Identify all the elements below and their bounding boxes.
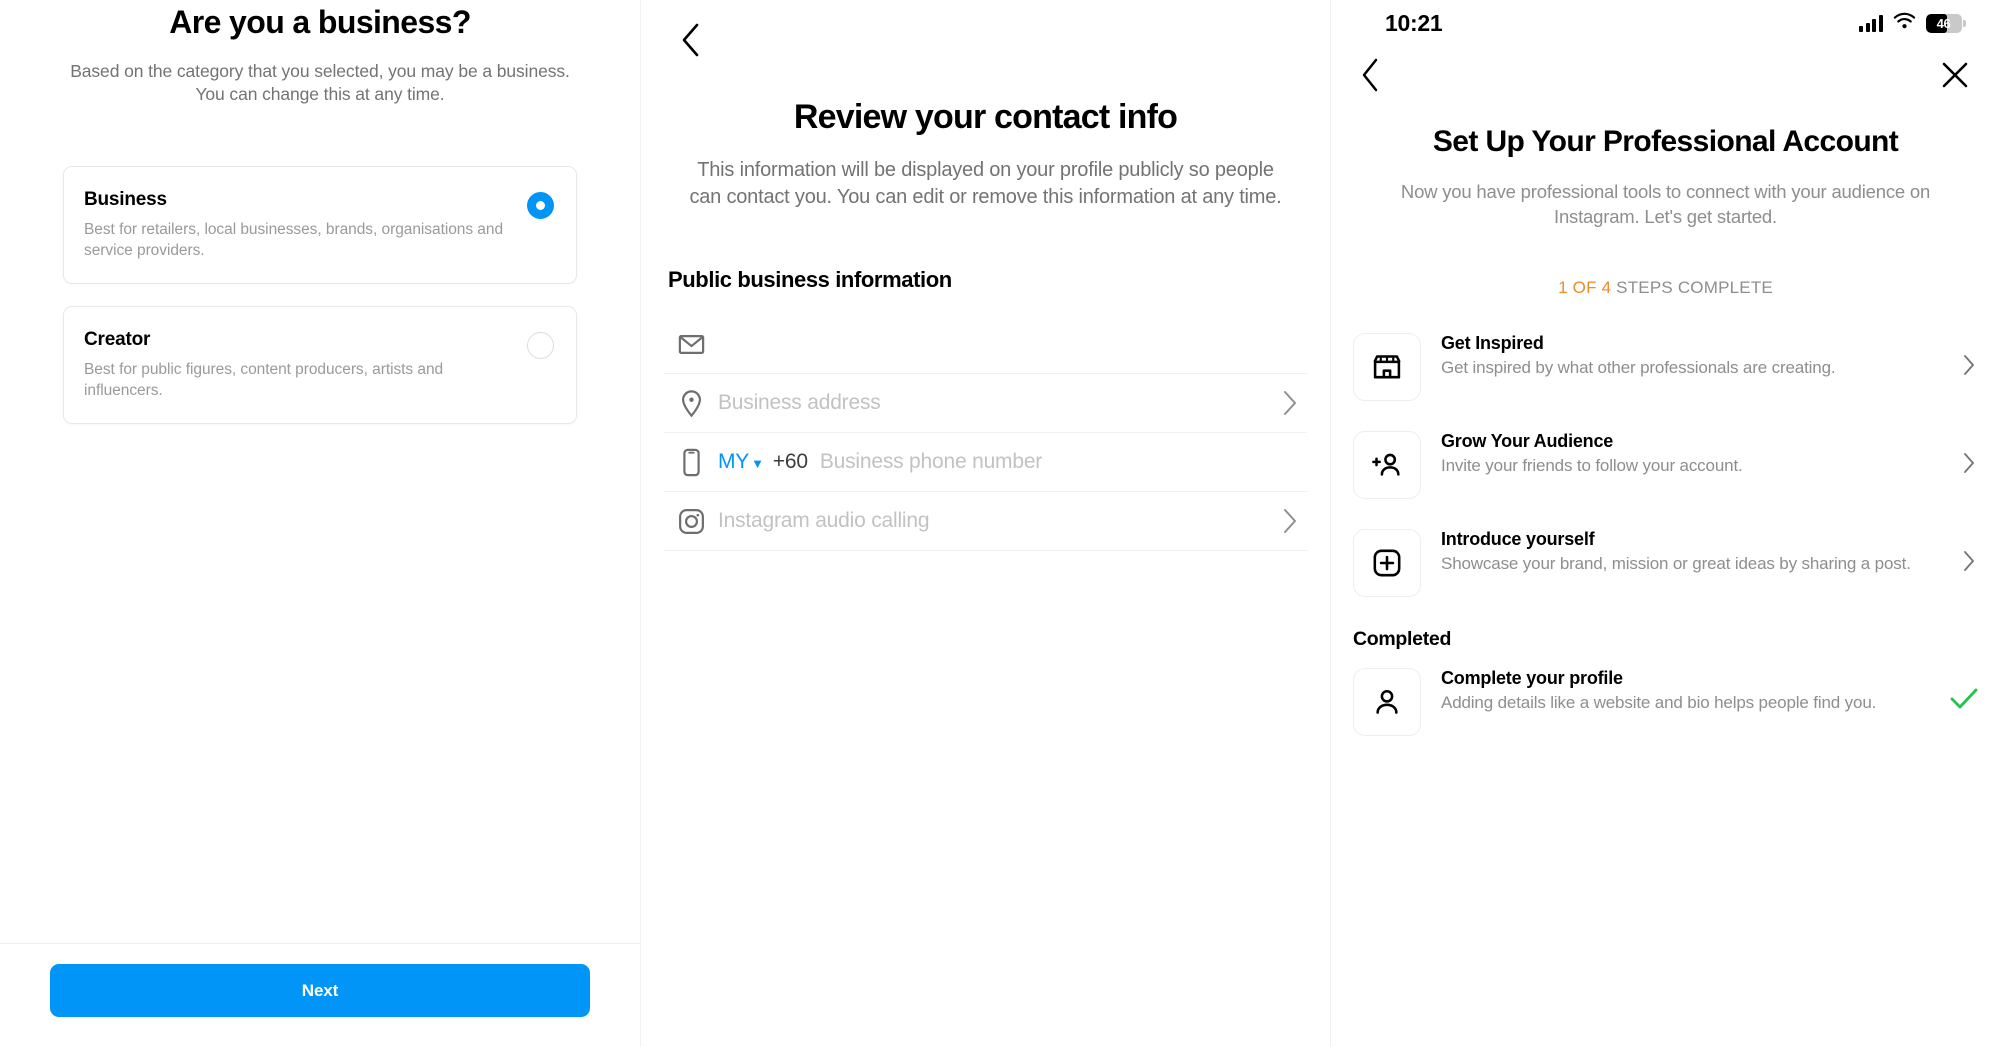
completed-task-list: Complete your profile Adding details lik… — [1331, 659, 2000, 745]
signal-bars-icon — [1859, 14, 1883, 32]
back-button[interactable] — [671, 22, 711, 62]
battery-cap — [1963, 19, 1966, 27]
task-grow-your-audience[interactable]: Grow Your Audience Invite your friends t… — [1353, 422, 1982, 508]
task-get-inspired-body: Get Inspired Get inspired by what other … — [1421, 333, 1956, 379]
option-creator-name: Creator — [84, 329, 151, 351]
screenshot-root: Are you a business? Based on the categor… — [0, 0, 2000, 1047]
panel-set-up-professional-account: 10:21 46 Set Up Your Professional Accoun… — [1330, 0, 2000, 1047]
option-card-business[interactable]: Business Best for retailers, local busin… — [63, 166, 577, 285]
task-description: Invite your friends to follow your accou… — [1441, 455, 1743, 475]
row-business-address[interactable]: Business address — [664, 374, 1307, 433]
row-instagram-audio-calling[interactable]: Instagram audio calling — [664, 492, 1307, 551]
chevron-right-icon[interactable] — [1267, 506, 1301, 536]
panel3-navbar — [1331, 46, 2000, 108]
chevron-left-icon — [678, 20, 704, 65]
chevron-right-icon[interactable] — [1956, 333, 1982, 377]
option-creator-description: Best for public figures, content produce… — [84, 361, 444, 399]
envelope-icon — [664, 329, 718, 360]
task-introduce-yourself[interactable]: Introduce yourself Showcase your brand, … — [1353, 520, 1982, 606]
status-bar: 10:21 46 — [1331, 0, 2000, 46]
task-description: Adding details like a website and bio he… — [1441, 692, 1877, 712]
business-phone-placeholder[interactable]: Business phone number — [820, 450, 1042, 474]
battery-level-label: 46 — [1936, 15, 1951, 31]
chevron-right-icon[interactable] — [1956, 431, 1982, 475]
person-icon — [1353, 667, 1421, 736]
radio-button-business-selected[interactable] — [527, 192, 554, 220]
panel-are-you-a-business: Are you a business? Based on the categor… — [0, 0, 640, 1047]
option-business-name: Business — [84, 189, 167, 211]
instagram-icon — [664, 506, 718, 537]
country-code-selector-label[interactable]: MY — [718, 450, 749, 474]
task-grow-your-audience-body: Grow Your Audience Invite your friends t… — [1421, 431, 1956, 477]
task-description: Showcase your brand, mission or great id… — [1441, 553, 1911, 573]
chevron-right-icon[interactable] — [1267, 388, 1301, 418]
progress-steps-rest: STEPS COMPLETE — [1611, 277, 1773, 297]
page-title: Review your contact info — [793, 98, 1178, 136]
plus-square-icon — [1353, 528, 1421, 597]
chevron-down-icon[interactable]: ▼ — [751, 456, 764, 471]
task-complete-your-profile-body: Complete your profile Adding details lik… — [1421, 668, 1946, 714]
page-subtitle: Based on the category that you selected,… — [70, 61, 570, 105]
page-subtitle: Now you have professional tools to conne… — [1400, 181, 1931, 227]
dial-code: +60 — [772, 450, 808, 473]
row-business-email[interactable] — [664, 315, 1307, 374]
contact-info-rows: Business address MY ▼ +60 Business phone… — [641, 315, 1330, 551]
task-introduce-yourself-body: Introduce yourself Showcase your brand, … — [1421, 529, 1956, 575]
wifi-icon — [1893, 12, 1916, 35]
task-list: Get Inspired Get inspired by what other … — [1331, 324, 2000, 606]
radio-button-creator[interactable] — [527, 332, 554, 360]
page-title: Set Up Your Professional Account — [1432, 125, 1899, 158]
panel1-content: Are you a business? Based on the categor… — [0, 0, 640, 424]
task-title: Introduce yourself — [1441, 528, 1595, 549]
task-title: Grow Your Audience — [1441, 430, 1614, 451]
row-business-phone[interactable]: MY ▼ +60 Business phone number — [664, 433, 1307, 492]
section-title-completed: Completed — [1353, 627, 1452, 650]
add-person-icon — [1353, 430, 1421, 499]
mobile-phone-icon — [664, 447, 718, 478]
back-button[interactable] — [1359, 56, 1383, 99]
progress-steps-label: 1 OF 4 STEPS COMPLETE — [1331, 278, 2000, 298]
battery-icon: 46 — [1925, 13, 1966, 33]
battery-body: 46 — [1925, 13, 1962, 33]
option-business-text: Business Best for retailers, local busin… — [84, 189, 527, 261]
storefront-icon — [1353, 332, 1421, 401]
instagram-audio-calling-placeholder[interactable]: Instagram audio calling — [718, 509, 1267, 533]
task-title: Get Inspired — [1441, 332, 1544, 353]
section-title-public-business-information: Public business information — [668, 267, 952, 292]
next-button[interactable]: Next — [50, 964, 590, 1017]
panel2-header: Review your contact info This informatio… — [641, 0, 1330, 211]
panel1-footer: Next — [0, 943, 640, 1047]
business-address-placeholder[interactable]: Business address — [718, 391, 1267, 415]
status-bar-time: 10:21 — [1385, 9, 1443, 36]
option-creator-text: Creator Best for public figures, content… — [84, 329, 527, 401]
progress-steps-highlight: 1 OF 4 — [1558, 277, 1612, 297]
status-bar-indicators: 46 — [1859, 12, 1966, 35]
chevron-right-icon[interactable] — [1956, 529, 1982, 573]
business-phone-field[interactable]: MY ▼ +60 Business phone number — [718, 450, 1267, 474]
option-card-creator[interactable]: Creator Best for public figures, content… — [63, 306, 577, 424]
panel3-header: Set Up Your Professional Account Now you… — [1331, 108, 2000, 230]
checkmark-icon — [1946, 668, 1982, 712]
task-get-inspired[interactable]: Get Inspired Get inspired by what other … — [1353, 324, 1982, 410]
option-business-description: Best for retailers, local businesses, br… — [84, 221, 504, 259]
task-complete-your-profile[interactable]: Complete your profile Adding details lik… — [1353, 659, 1982, 745]
task-title: Complete your profile — [1441, 667, 1623, 688]
close-x-icon[interactable] — [1940, 60, 1970, 95]
location-pin-icon — [664, 388, 718, 419]
panel-review-contact-info: Review your contact info This informatio… — [640, 0, 1330, 1047]
task-description: Get inspired by what other professionals… — [1441, 357, 1836, 377]
page-subtitle: This information will be displayed on yo… — [689, 159, 1282, 208]
page-title: Are you a business? — [169, 4, 471, 40]
